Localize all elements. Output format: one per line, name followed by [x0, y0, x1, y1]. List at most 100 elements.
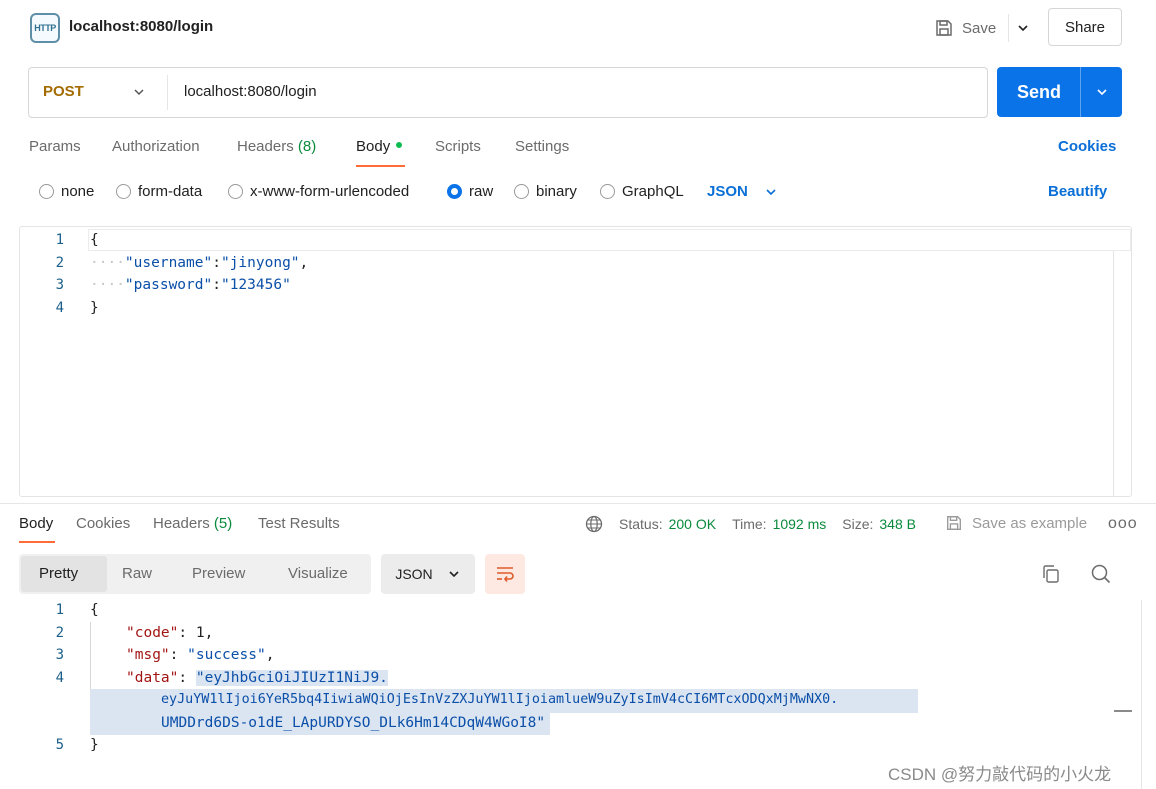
line-number: 3 [55, 647, 64, 663]
radio-circle [514, 184, 529, 199]
tab-body[interactable]: Body [356, 138, 403, 155]
radio-form-data[interactable]: form-data [116, 183, 202, 200]
size-value[interactable]: 348 B [879, 516, 916, 532]
pane-divider[interactable] [0, 503, 1156, 504]
save-as-example-label: Save as example [972, 514, 1088, 532]
radio-label: none [61, 183, 95, 200]
watermark: CSDN @努力敲代码的小火龙 [888, 765, 1112, 784]
response-tab-headers-label: Headers [153, 515, 210, 532]
radio-none[interactable]: none [39, 183, 94, 200]
json-key: "code" [126, 625, 179, 641]
size-label: Size: [842, 516, 874, 532]
save-label: Save [962, 19, 997, 37]
radio-label: GraphQL [622, 183, 684, 200]
tab-headers[interactable]: Headers (8) [237, 138, 316, 155]
response-scrollbar-thumb[interactable] [1114, 710, 1132, 712]
response-tab-body[interactable]: Body [19, 515, 53, 532]
json-value: "success" [187, 647, 266, 663]
radio-label: binary [536, 183, 577, 200]
code-line: ····"username":"jinyong", [90, 255, 309, 271]
response-tab-headers-count: (5) [213, 515, 233, 532]
cookies-link[interactable]: Cookies [1058, 138, 1116, 155]
view-raw[interactable]: Raw [122, 565, 152, 582]
code-line: } [90, 300, 99, 316]
save-as-example-button[interactable]: Save as example [945, 514, 1087, 532]
line-number: 4 [55, 670, 64, 686]
globe-icon[interactable] [585, 515, 603, 533]
status-value[interactable]: 200 OK [669, 516, 716, 532]
response-scrollbar[interactable] [1141, 600, 1142, 789]
active-tab-indicator [19, 541, 55, 543]
line-number: 4 [55, 300, 64, 316]
line-number: 1 [55, 232, 64, 248]
json-value: "jinyong" [220, 255, 300, 271]
editor-scrollbar[interactable] [1113, 251, 1114, 496]
url-input[interactable]: localhost:8080/login [184, 83, 317, 100]
radio-graphql[interactable]: GraphQL [600, 183, 684, 200]
body-indicator-dot [396, 142, 403, 149]
tab-params[interactable]: Params [29, 138, 81, 155]
code-line-wrapped: eyJuYW1lIjoi6YeR5bq4IiwiaWQiOjEsInVzZXJu… [161, 692, 839, 707]
radio-circle [600, 184, 615, 199]
wrap-lines-button[interactable] [485, 554, 525, 594]
request-title[interactable]: localhost:8080/login [69, 18, 213, 35]
view-preview[interactable]: Preview [192, 565, 245, 582]
time-label: Time: [732, 516, 767, 532]
code-line: "data": "eyJhbGciOiJIUzI1NiJ9. [126, 670, 388, 686]
json-key: "username" [124, 255, 213, 271]
response-format-label: JSON [395, 566, 433, 582]
status-label: Status: [619, 516, 663, 532]
code-line: { [90, 602, 99, 618]
tab-scripts[interactable]: Scripts [435, 138, 481, 155]
url-bar [28, 67, 988, 118]
response-format-select[interactable]: JSON [381, 554, 475, 594]
active-tab-indicator [356, 165, 405, 167]
response-tab-test-results[interactable]: Test Results [258, 515, 340, 532]
save-button[interactable]: Save [934, 14, 996, 42]
response-tab-cookies[interactable]: Cookies [76, 515, 130, 532]
chevron-down-icon [1017, 25, 1028, 32]
radio-label: form-data [138, 183, 203, 200]
tab-authorization[interactable]: Authorization [112, 138, 200, 155]
share-button[interactable]: Share [1048, 8, 1122, 46]
save-icon [936, 20, 952, 36]
wrap-lines-icon [497, 567, 514, 582]
radio-urlencoded[interactable]: x-www-form-urlencoded [228, 183, 409, 200]
code-line: "code": 1, [126, 625, 214, 641]
method-select[interactable]: POST [43, 83, 84, 100]
search-icon[interactable] [1090, 563, 1112, 585]
response-tab-headers[interactable]: Headers (5) [153, 515, 232, 532]
json-key: "data" [126, 670, 179, 686]
radio-label: raw [469, 183, 494, 200]
code-line-wrapped: UMDDrd6DS-o1dE_LApURDYSO_DLk6Hm14CDqW4WG… [161, 715, 546, 731]
radio-binary[interactable]: binary [514, 183, 577, 200]
radio-circle [116, 184, 131, 199]
chevron-down-icon[interactable] [130, 83, 148, 101]
send-label[interactable]: Send [1017, 82, 1061, 103]
save-options-button[interactable] [1008, 14, 1036, 42]
body-format-label: JSON [707, 183, 748, 200]
radio-label: x-www-form-urlencoded [250, 183, 410, 200]
chevron-down-icon [449, 571, 459, 578]
beautify-button[interactable]: Beautify [1048, 183, 1107, 200]
save-icon [947, 516, 961, 530]
radio-circle [228, 184, 243, 199]
chevron-down-icon [1097, 89, 1107, 96]
json-key: "password" [124, 277, 213, 293]
view-pretty[interactable]: Pretty [39, 565, 78, 582]
active-line-highlight [88, 229, 1131, 251]
tab-settings[interactable]: Settings [515, 138, 569, 155]
copy-icon[interactable] [1040, 563, 1062, 585]
radio-raw[interactable]: raw [447, 183, 493, 200]
json-value: 1 [195, 625, 205, 641]
more-options-icon[interactable]: ooo [1108, 515, 1138, 533]
tab-headers-label: Headers [237, 138, 294, 155]
code-line: } [90, 737, 99, 753]
view-visualize[interactable]: Visualize [288, 565, 348, 582]
body-format-select[interactable]: JSON [707, 183, 778, 200]
line-number: 2 [55, 255, 64, 271]
json-value: "eyJhbGciOiJIUzI1NiJ9. [195, 670, 388, 686]
send-options-button[interactable] [1092, 83, 1112, 101]
chevron-down-icon [766, 188, 776, 195]
time-value[interactable]: 1092 ms [773, 516, 827, 532]
